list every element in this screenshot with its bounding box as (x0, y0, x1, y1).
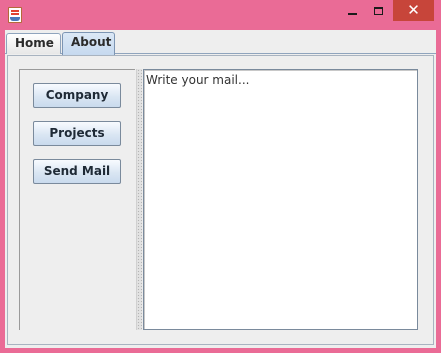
button-panel: Company Projects Send Mail (19, 69, 135, 330)
minimize-button[interactable] (339, 0, 365, 21)
maximize-icon (374, 6, 383, 15)
tab-home[interactable]: Home (6, 33, 61, 54)
about-tab-panel: Company Projects Send Mail Write your ma… (7, 55, 434, 345)
title-bar[interactable]: ✕ (0, 0, 441, 30)
minimize-icon (347, 12, 357, 15)
split-pane-divider[interactable] (136, 69, 142, 330)
company-button[interactable]: Company (33, 83, 121, 108)
app-window: ✕ Home About Company Projects Send Mail … (0, 0, 441, 353)
close-button[interactable]: ✕ (393, 0, 434, 21)
maximize-button[interactable] (366, 0, 391, 21)
projects-button[interactable]: Projects (33, 121, 121, 146)
close-icon: ✕ (407, 1, 420, 19)
tab-strip: Home About (5, 30, 436, 55)
mail-text-area[interactable]: Write your mail... (143, 69, 418, 330)
tab-about[interactable]: About (62, 32, 115, 55)
window-content: Home About Company Projects Send Mail Wr… (5, 30, 436, 348)
send-mail-button[interactable]: Send Mail (33, 159, 121, 184)
java-cup-icon (8, 7, 22, 23)
